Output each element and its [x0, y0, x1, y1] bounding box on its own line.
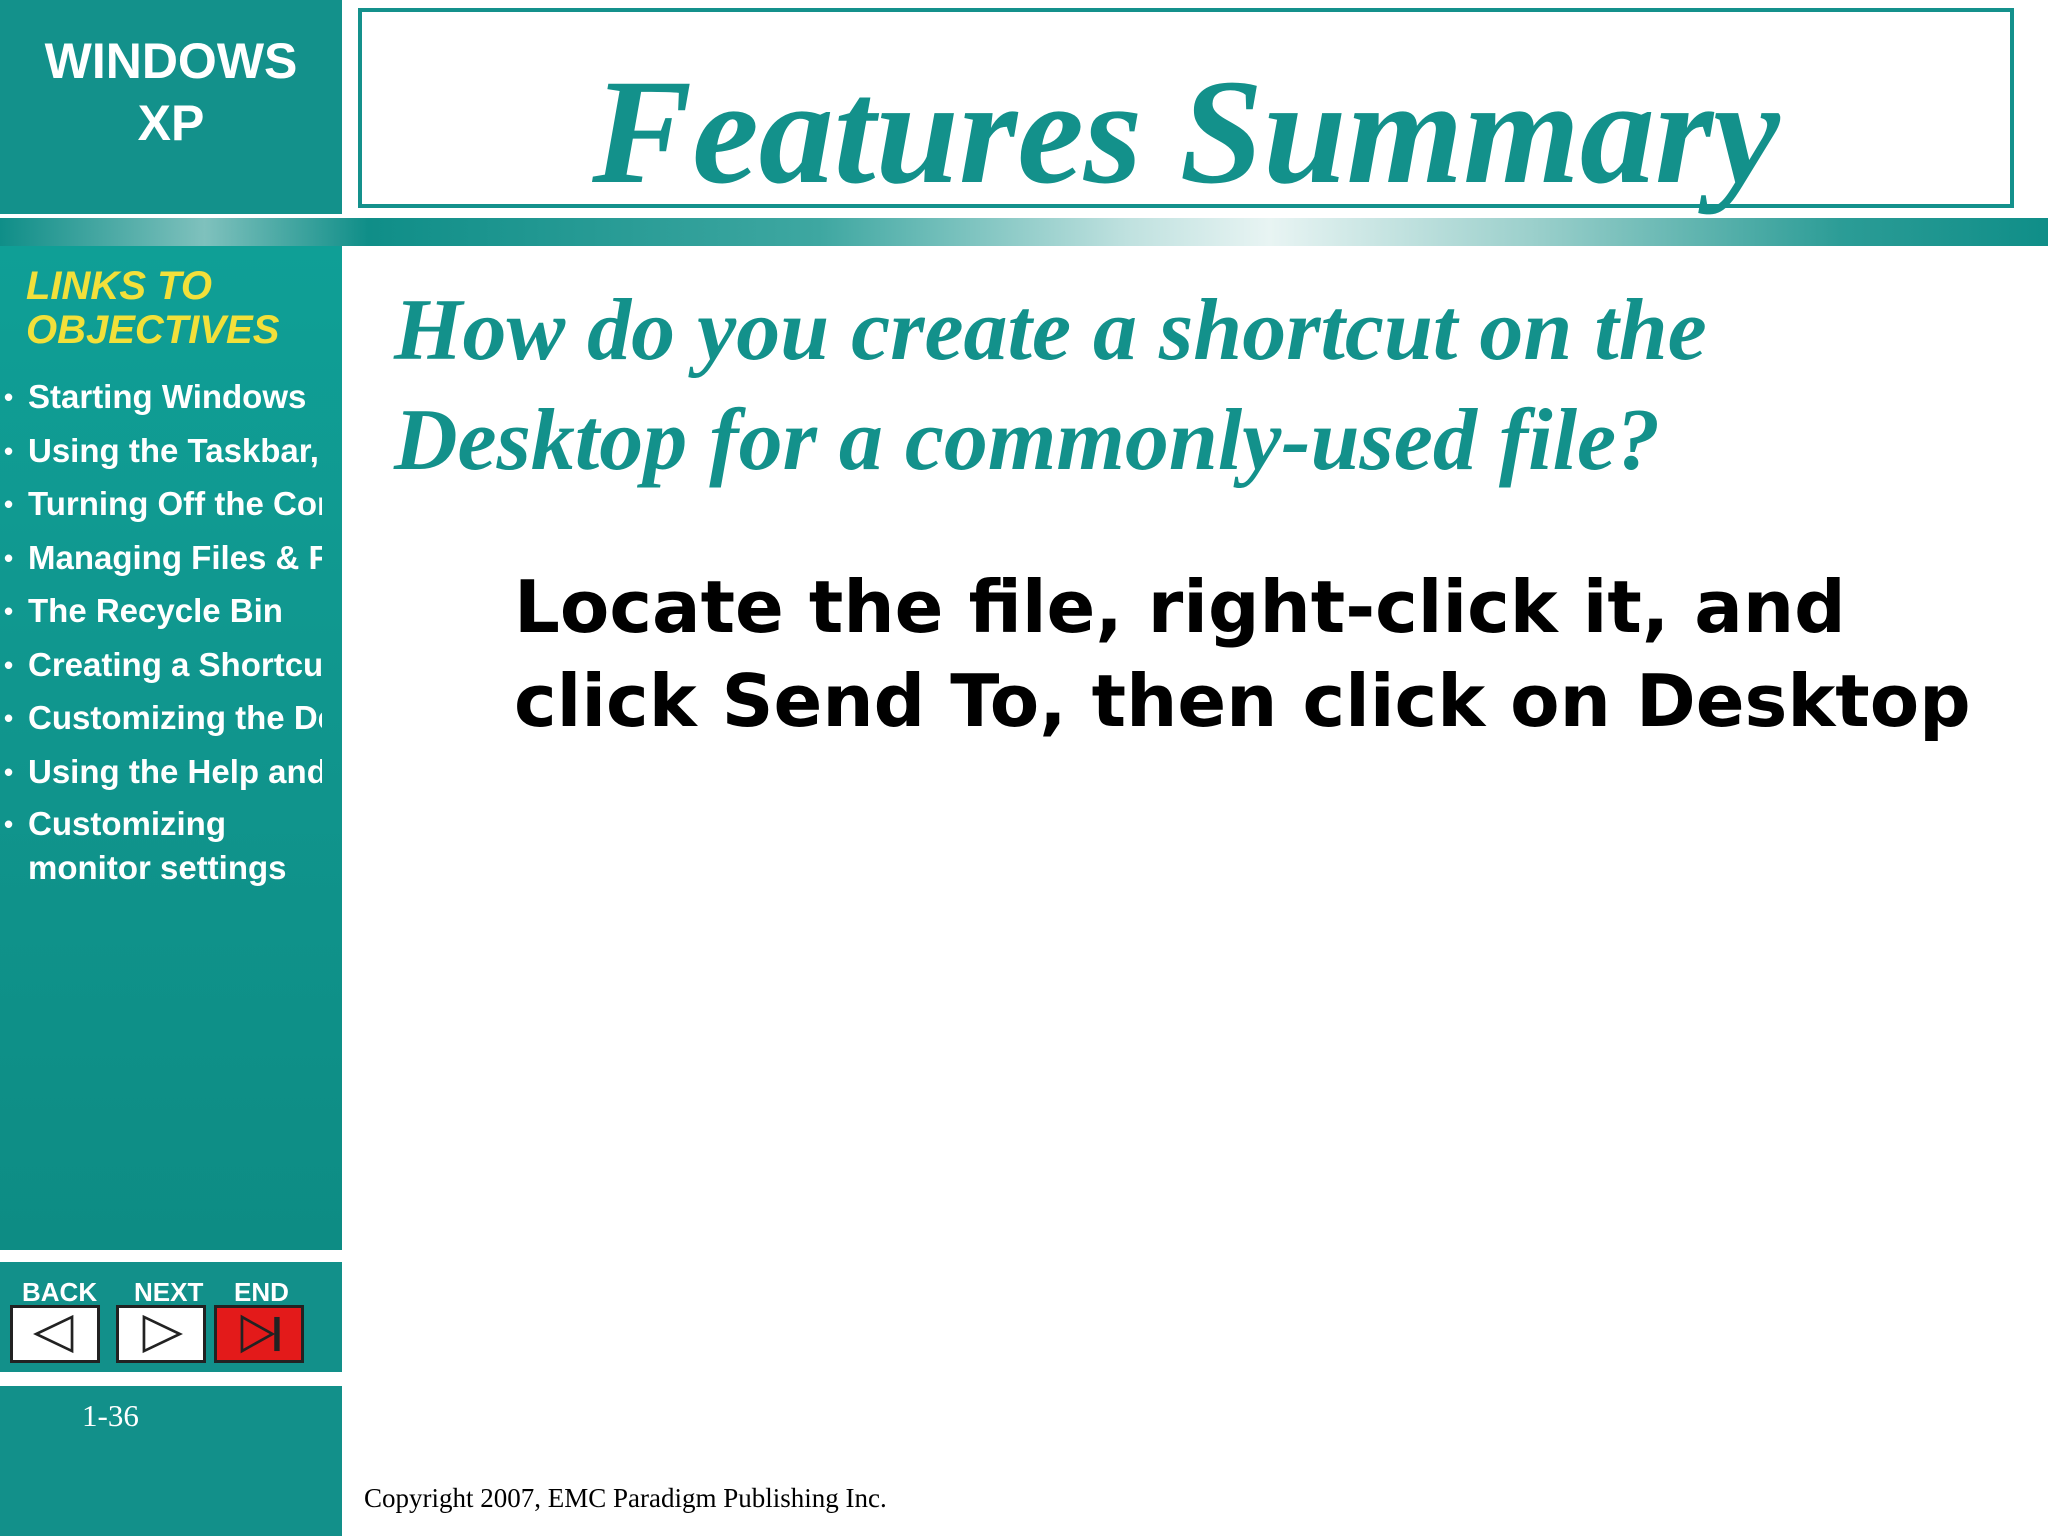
header-gradient-band — [0, 218, 2048, 246]
skip-to-end-icon — [240, 1314, 280, 1354]
objective-link-turning-off-computer[interactable]: Turning Off the Comp — [0, 481, 322, 535]
objective-link-customizing-desktop[interactable]: Customizing the Des — [0, 695, 322, 749]
brand-line-1: WINDOWS — [44, 33, 298, 89]
links-heading: LINKS TO OBJECTIVES — [26, 264, 279, 352]
objectives-list: Starting Windows Using the Taskbar, o Tu… — [0, 374, 322, 890]
end-label: END — [234, 1277, 289, 1307]
objective-link-using-taskbar[interactable]: Using the Taskbar, o — [0, 428, 322, 482]
objective-link-help-support[interactable]: Using the Help and S — [0, 749, 322, 803]
links-heading-line-1: LINKS TO — [26, 264, 212, 308]
back-label: BACK — [22, 1277, 98, 1307]
arrow-right-icon — [142, 1314, 183, 1354]
links-heading-line-2: OBJECTIVES — [26, 308, 280, 352]
arrow-left-icon — [33, 1314, 74, 1354]
end-button[interactable] — [214, 1305, 304, 1363]
slide-title: Features Summary — [592, 49, 1780, 215]
back-button[interactable] — [10, 1305, 100, 1363]
brand-line-2: XP — [137, 95, 205, 151]
slide: WINDOWS XP Features Summary LINKS TO OBJ… — [0, 0, 2048, 1536]
objective-link-recycle-bin[interactable]: The Recycle Bin — [0, 588, 322, 642]
objective-link-starting-windows[interactable]: Starting Windows — [0, 374, 322, 428]
brand-title: WINDOWS XP — [0, 30, 342, 154]
brand-panel: WINDOWS XP — [0, 0, 342, 214]
page-number: 1-36 — [82, 1398, 139, 1433]
title-box: Features Summary — [358, 8, 2014, 212]
next-button[interactable] — [116, 1305, 206, 1363]
objective-link-monitor-settings[interactable]: Customizing monitor settings — [0, 802, 322, 890]
next-label: NEXT — [134, 1277, 204, 1307]
answer-text: Locate the file, right-click it, and cli… — [514, 565, 1971, 743]
copyright-notice: Copyright 2007, EMC Paradigm Publishing … — [364, 1483, 887, 1513]
objective-link-creating-shortcut[interactable]: Creating a Shortcut — [0, 642, 322, 696]
question-text: How do you create a shortcut on the Desk… — [394, 282, 1707, 489]
page-number-panel — [0, 1386, 342, 1536]
objective-link-managing-files[interactable]: Managing Files & Fol — [0, 535, 322, 589]
